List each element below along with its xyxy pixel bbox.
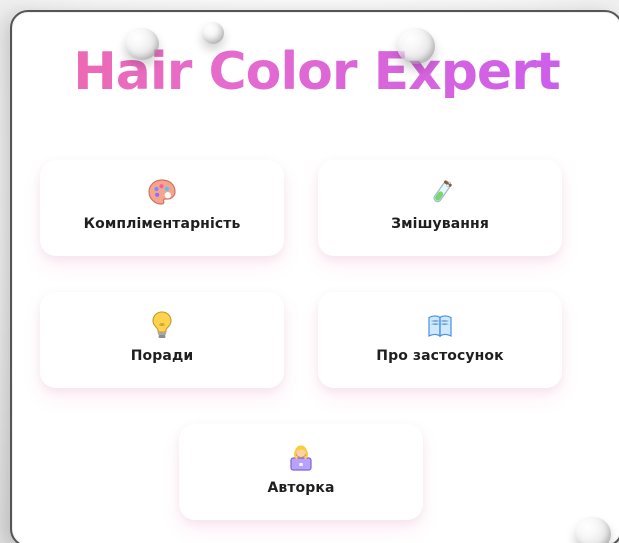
menu-tile-label: Компліментарність [83, 216, 241, 232]
app-title: Hair Color Expert [12, 46, 619, 98]
water-drop-decoration [575, 517, 611, 543]
test-tube-icon [423, 176, 457, 210]
menu-tile-label: Авторка [267, 480, 335, 496]
menu-tile-complementarity[interactable]: Компліментарність [40, 160, 284, 256]
menu-tile-author[interactable]: Авторка [179, 424, 423, 520]
palette-icon [145, 176, 179, 210]
lightbulb-icon [145, 308, 179, 342]
book-icon [423, 308, 457, 342]
menu-tile-about[interactable]: Про застосунок [318, 292, 562, 388]
menu-tile-label: Про застосунок [376, 348, 504, 364]
app-window: Hair Color Expert Компліментарність Зміш… [10, 10, 619, 543]
water-drop-decoration [397, 28, 435, 64]
water-drop-decoration [202, 22, 224, 44]
menu-tile-tips[interactable]: Поради [40, 292, 284, 388]
app-stage: Hair Color Expert Компліментарність Зміш… [0, 0, 619, 543]
menu-tile-label: Змішування [391, 216, 489, 232]
menu-tile-label: Поради [130, 348, 194, 364]
menu-tile-mixing[interactable]: Змішування [318, 160, 562, 256]
water-drop-decoration [125, 28, 159, 60]
author-icon [284, 440, 318, 474]
